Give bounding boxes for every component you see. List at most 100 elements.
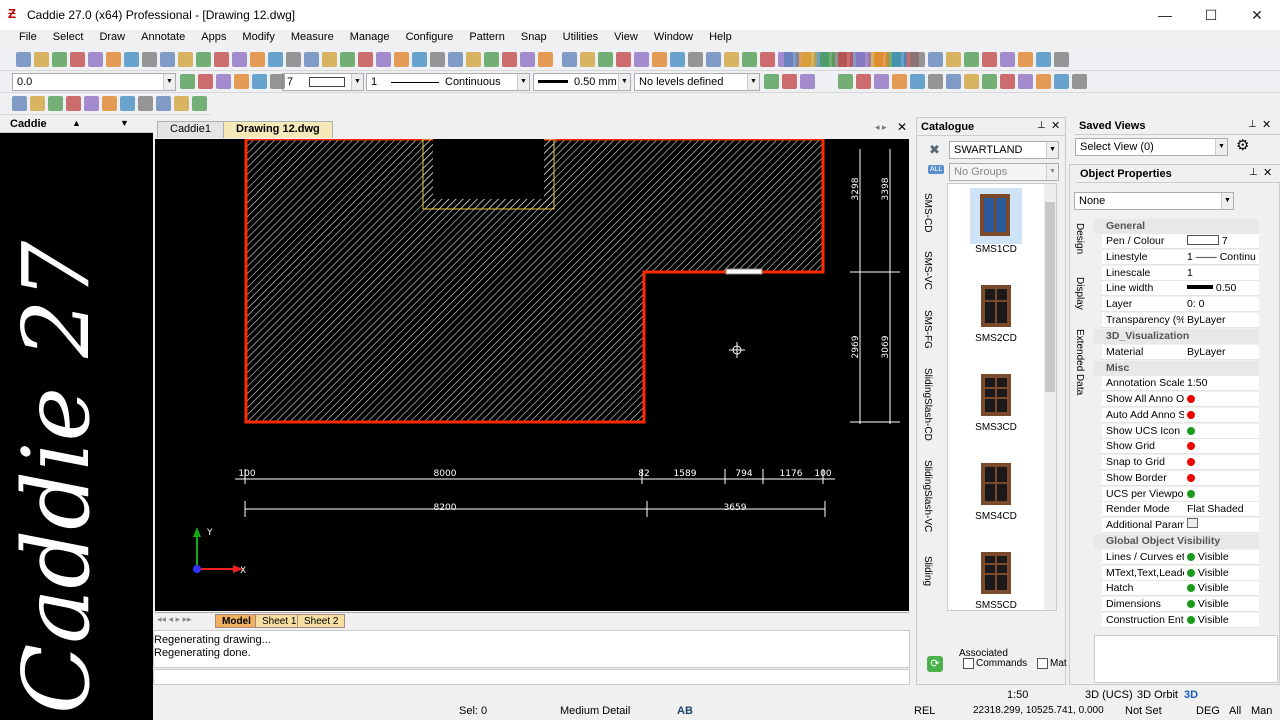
prop-ucs-per-viewport[interactable]: UCS per Viewport xyxy=(1102,487,1259,502)
tab-design[interactable]: Design xyxy=(1074,223,1085,254)
tab-sms-fg[interactable]: SMS-FG xyxy=(922,310,933,349)
pin-icon[interactable]: ⊥ xyxy=(1249,167,1258,178)
toolbar-button[interactable] xyxy=(232,52,247,67)
toolbar-button[interactable] xyxy=(892,52,907,67)
pin-icon[interactable]: ⊥ xyxy=(1037,120,1046,131)
toolbar-button[interactable] xyxy=(856,74,871,89)
toolbar-button[interactable] xyxy=(634,52,649,67)
command-input[interactable] xyxy=(153,669,910,685)
toolbar-button[interactable] xyxy=(174,96,189,111)
ucs-mode[interactable]: 3D (UCS) xyxy=(1085,689,1133,701)
prop-linestyle[interactable]: Linestyle 1 —— Continu xyxy=(1102,250,1259,265)
toolbar-button[interactable] xyxy=(340,52,355,67)
toolbar-button[interactable] xyxy=(928,52,943,67)
toolbar-button[interactable] xyxy=(910,74,925,89)
tab-sms-cd[interactable]: SMS-CD xyxy=(922,193,933,232)
toolbar-button[interactable] xyxy=(820,52,835,67)
toolbar-button[interactable] xyxy=(874,74,889,89)
pen-colour-combo[interactable]: 7 ▼ xyxy=(282,73,364,91)
refresh-icon[interactable]: ⟳ xyxy=(927,656,943,672)
tab-sheet2[interactable]: Sheet 2 xyxy=(297,614,346,628)
category-3d-visualization[interactable]: 3D_Visualization xyxy=(1094,329,1259,344)
detail-level[interactable]: Medium Detail xyxy=(560,705,630,717)
catalogue-item[interactable]: SMS5CD xyxy=(948,544,1044,611)
close-icon[interactable]: ✕ xyxy=(1262,118,1271,131)
toolbar-button[interactable] xyxy=(982,52,997,67)
prop-annotation-scale[interactable]: Annotation Scale 1:50 xyxy=(1102,376,1259,391)
toolbar-button[interactable] xyxy=(376,52,391,67)
toolbar-button[interactable] xyxy=(48,96,63,111)
toolbar-button[interactable] xyxy=(706,52,721,67)
tab-sliding[interactable]: Sliding xyxy=(922,556,933,586)
toolbar-button[interactable] xyxy=(252,74,267,89)
toolbar-button[interactable] xyxy=(688,52,703,67)
close-icon[interactable]: ✕ xyxy=(1263,166,1272,179)
coordinate-combo[interactable]: 0.0 ▼ xyxy=(12,73,176,91)
toolbar-button[interactable] xyxy=(52,52,67,67)
catalogue-item[interactable]: SMS3CD xyxy=(948,366,1044,433)
toolbar-button[interactable] xyxy=(1018,74,1033,89)
prop-show-ucs-icon[interactable]: Show UCS Icon xyxy=(1102,424,1259,439)
category-misc[interactable]: Misc xyxy=(1094,361,1259,376)
tab-slidingslash-cd[interactable]: SlidingSlash-CD xyxy=(922,368,933,441)
category-global-visibility[interactable]: Global Object Visibility xyxy=(1094,534,1259,549)
toolbar-button[interactable] xyxy=(160,52,175,67)
toolbar-button[interactable] xyxy=(412,52,427,67)
prop-auto-add-anno[interactable]: Auto Add Anno S xyxy=(1102,408,1259,423)
toolbar-button[interactable] xyxy=(800,74,815,89)
toolbar-button[interactable] xyxy=(16,52,31,67)
tab-scroll-left-icon[interactable]: ◂ ▸ xyxy=(875,122,887,133)
not-set-status[interactable]: Not Set xyxy=(1125,705,1162,717)
toolbar-button[interactable] xyxy=(12,96,27,111)
toolbar-button[interactable] xyxy=(84,96,99,111)
toolbar-button[interactable] xyxy=(520,52,535,67)
toolbar-button[interactable] xyxy=(142,52,157,67)
menu-draw[interactable]: Draw xyxy=(93,30,131,44)
tab-drawing12[interactable]: Drawing 12.dwg xyxy=(223,121,333,138)
toolbar-button[interactable] xyxy=(1072,74,1087,89)
toolbar-button[interactable] xyxy=(358,52,373,67)
close-icon[interactable]: ✕ xyxy=(1051,119,1060,132)
toolbar-button[interactable] xyxy=(1036,74,1051,89)
toolbar-button[interactable] xyxy=(764,74,779,89)
toolbar-button[interactable] xyxy=(178,52,193,67)
menu-pattern[interactable]: Pattern xyxy=(463,30,510,44)
prop-show-border[interactable]: Show Border xyxy=(1102,471,1259,486)
catalogue-scrollbar[interactable] xyxy=(1044,184,1056,610)
toolbar-button[interactable] xyxy=(216,74,231,89)
toolbar-button[interactable] xyxy=(562,52,577,67)
toolbar-button[interactable] xyxy=(838,74,853,89)
toolbar-button[interactable] xyxy=(616,52,631,67)
toolbar-button[interactable] xyxy=(502,52,517,67)
levels-combo[interactable]: No levels defined ▼ xyxy=(634,73,760,91)
toolbar-button[interactable] xyxy=(928,74,943,89)
catalogue-item[interactable]: SMS4CD xyxy=(948,455,1044,522)
tools-icon[interactable]: ✖ xyxy=(929,142,940,158)
menu-utilities[interactable]: Utilities xyxy=(557,30,604,44)
toolbar-button[interactable] xyxy=(192,96,207,111)
toolbar-button[interactable] xyxy=(234,74,249,89)
toolbar-button[interactable] xyxy=(430,52,445,67)
toolbar-button[interactable] xyxy=(1000,74,1015,89)
toolbar-button[interactable] xyxy=(652,52,667,67)
scale-value[interactable]: 1:50 xyxy=(1007,689,1028,701)
linestyle-combo[interactable]: 1 Continuous ▼ xyxy=(366,73,530,91)
category-general[interactable]: General xyxy=(1094,219,1259,234)
toolbar-button[interactable] xyxy=(268,52,283,67)
app-icon[interactable]: Ƶ xyxy=(8,7,22,21)
menu-help[interactable]: Help xyxy=(703,30,738,44)
sheet-nav-icon[interactable]: ◂◂ ◂ ▸ ▸▸ xyxy=(157,614,192,625)
prop-transparency[interactable]: Transparency (%) ByLayer xyxy=(1102,313,1259,328)
toolbar-button[interactable] xyxy=(964,52,979,67)
all-toggle[interactable]: All xyxy=(1229,705,1241,717)
toolbar-button[interactable] xyxy=(964,74,979,89)
tab-model[interactable]: Model xyxy=(215,614,258,628)
toolbar-button[interactable] xyxy=(946,52,961,67)
prop-linewidth[interactable]: Line width 0.50 xyxy=(1102,281,1259,296)
prop-material[interactable]: Material ByLayer xyxy=(1102,345,1259,360)
toolbar-button[interactable] xyxy=(724,52,739,67)
toolbar-button[interactable] xyxy=(286,52,301,67)
toolbar-button[interactable] xyxy=(466,52,481,67)
prop-construction-visibility[interactable]: Construction Enti Visible xyxy=(1102,613,1259,628)
gear-icon[interactable]: ⚙ xyxy=(1236,136,1249,154)
